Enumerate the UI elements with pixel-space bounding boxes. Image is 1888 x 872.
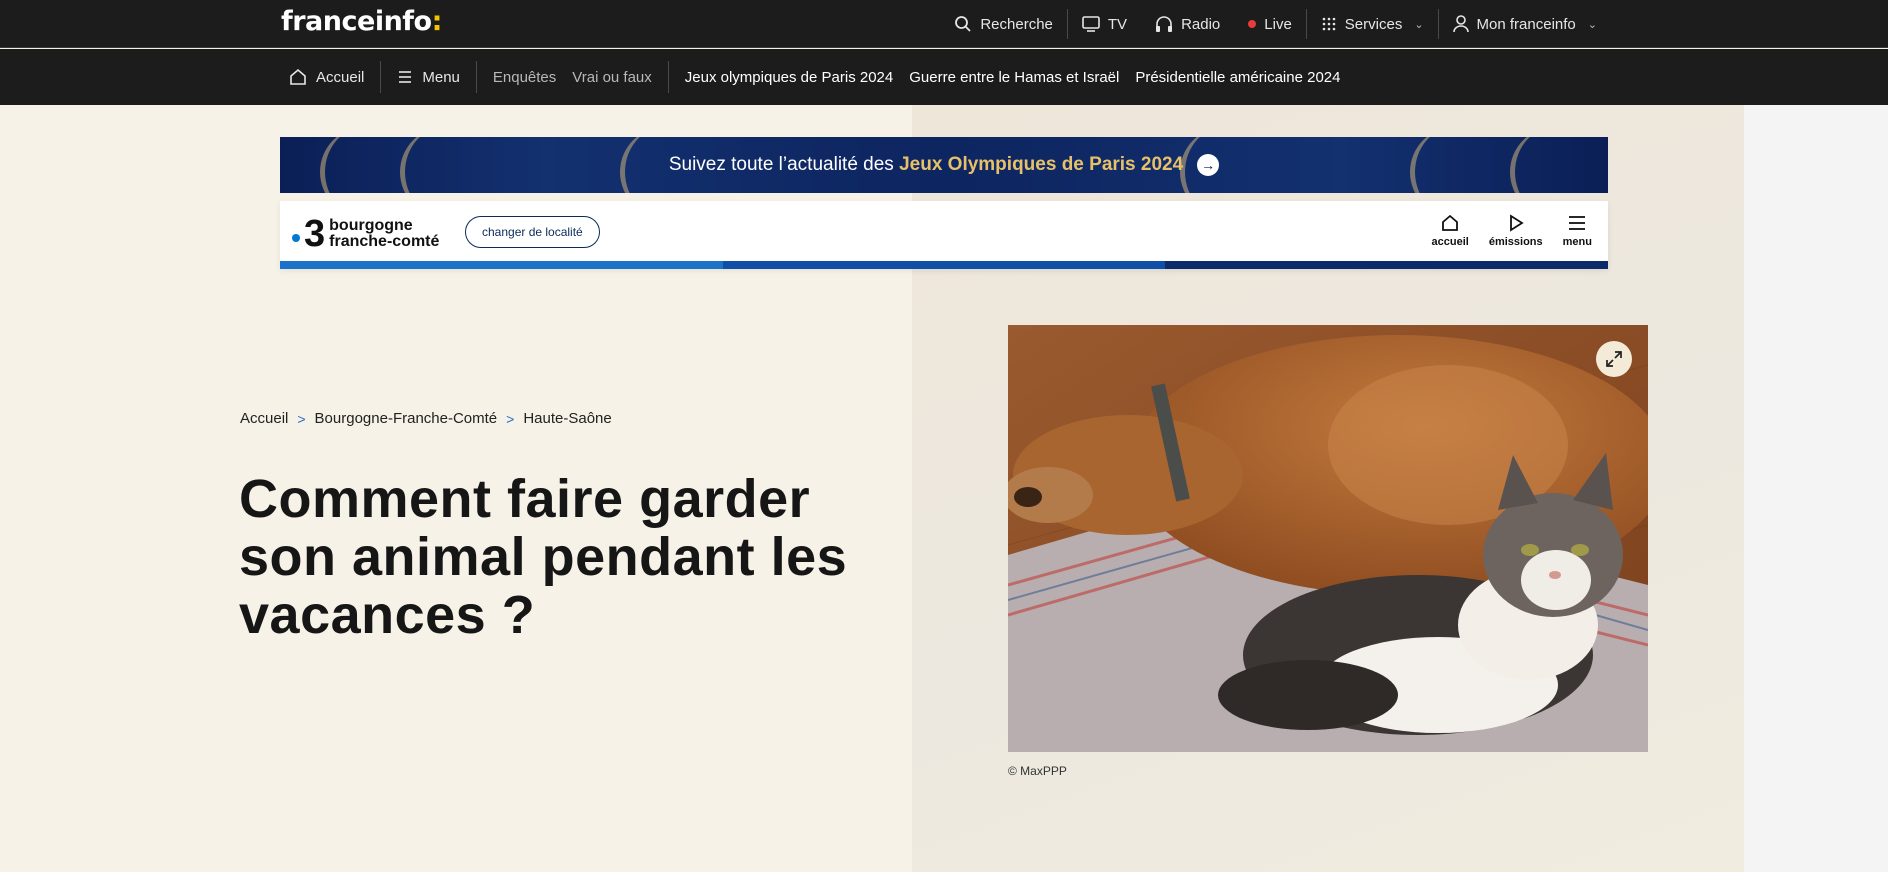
top-actions: Recherche TV Radio Live Services ⌄ Mon f… (940, 0, 1611, 48)
tv-icon (1082, 16, 1100, 32)
channel-number: 3 (304, 213, 326, 255)
france3-region-logo[interactable]: 3 bourgogne franche-comté (292, 215, 439, 253)
breadcrumb-region[interactable]: Bourgogne-Franche-Comté (315, 410, 498, 427)
account-label: Mon franceinfo (1476, 15, 1576, 33)
expand-icon (1606, 351, 1622, 367)
logo-dot (292, 234, 300, 242)
home-icon (1442, 214, 1459, 231)
account-button[interactable]: Mon franceinfo ⌄ (1439, 8, 1611, 40)
sub-navigation: Accueil Menu Enquêtes Vrai ou faux Jeux … (0, 49, 1888, 105)
nav-home-label: Accueil (316, 68, 365, 86)
topic-link-jo[interactable]: Jeux olympiques de Paris 2024 (677, 49, 901, 105)
color-bar-segment (1165, 261, 1609, 269)
divider (380, 61, 382, 93)
franceinfo-logo[interactable]: franceinfo: (281, 6, 442, 37)
radio-button[interactable]: Radio (1141, 8, 1234, 40)
banner-text: Suivez toute l’actualité des Jeux Olympi… (668, 154, 1184, 175)
dog-and-cat-image (1008, 325, 1648, 752)
nav-menu[interactable]: Menu (389, 49, 468, 105)
nav-link-vrai-ou-faux[interactable]: Vrai ou faux (564, 49, 660, 105)
chevron-down-icon: ⌄ (1587, 18, 1597, 31)
nav-link-enquetes[interactable]: Enquêtes (485, 49, 564, 105)
breadcrumb-department[interactable]: Haute-Saône (523, 410, 611, 427)
play-icon (1509, 214, 1524, 232)
breadcrumb: Accueil > Bourgogne-Franche-Comté > Haut… (240, 410, 612, 427)
change-location-button[interactable]: changer de localité (465, 216, 600, 248)
search-icon (955, 16, 971, 32)
live-label: Live (1264, 15, 1292, 33)
regional-color-bar (280, 261, 1609, 269)
expand-image-button[interactable] (1596, 341, 1632, 377)
page-margin-right (1744, 105, 1888, 872)
radio-label: Radio (1181, 15, 1221, 33)
search-label: Recherche (980, 15, 1053, 33)
regional-nav: accueil émissions menu (1432, 213, 1592, 248)
banner-decoration (1410, 137, 1500, 193)
regional-nav-menu[interactable]: menu (1563, 213, 1592, 248)
services-label: Services (1344, 15, 1403, 33)
breadcrumb-separator: > (297, 410, 306, 427)
color-bar-segment (280, 261, 723, 269)
region-name: bourgogne franche-comté (329, 217, 440, 250)
color-bar-segment (722, 261, 1166, 269)
olympics-banner[interactable]: Suivez toute l’actualité des Jeux Olympi… (280, 137, 1608, 193)
nav-menu-label: Menu (422, 68, 460, 86)
live-button[interactable]: Live (1234, 8, 1306, 40)
regional-nav-home[interactable]: accueil (1432, 213, 1469, 248)
tv-button[interactable]: TV (1068, 8, 1141, 40)
topic-link-hamas-israel[interactable]: Guerre entre le Hamas et Israël (901, 49, 1127, 105)
divider (475, 61, 477, 93)
services-button[interactable]: Services ⌄ (1307, 8, 1438, 40)
article-title: Comment faire garder son animal pendant … (239, 469, 848, 645)
user-icon (1452, 15, 1469, 33)
grid-icon (1322, 17, 1336, 31)
hamburger-icon (1569, 216, 1586, 230)
photo-credit: © MaxPPP (1008, 764, 1067, 778)
breadcrumb-accueil[interactable]: Accueil (240, 410, 288, 427)
search-button[interactable]: Recherche (940, 8, 1067, 40)
divider (667, 61, 669, 93)
arrow-right-icon: → (1197, 154, 1220, 176)
breadcrumb-separator: > (506, 410, 515, 427)
top-bar: franceinfo: Recherche TV Radio Live Serv… (0, 0, 1888, 48)
home-icon (290, 68, 306, 85)
chevron-down-icon: ⌄ (1414, 18, 1424, 31)
banner-decoration (400, 137, 490, 193)
banner-decoration (1180, 137, 1270, 193)
hamburger-icon (399, 71, 412, 83)
live-dot-icon (1248, 20, 1257, 28)
regional-header: 3 bourgogne franche-comté changer de loca… (280, 201, 1609, 269)
tv-label: TV (1107, 15, 1128, 33)
article-photo[interactable] (1008, 325, 1648, 752)
nav-home[interactable]: Accueil (281, 49, 372, 105)
topic-link-presidentielle[interactable]: Présidentielle américaine 2024 (1127, 49, 1348, 105)
regional-nav-shows[interactable]: émissions (1489, 213, 1543, 248)
banner-decoration (320, 137, 410, 193)
banner-decoration (1510, 137, 1600, 193)
headphones-icon (1156, 16, 1173, 32)
